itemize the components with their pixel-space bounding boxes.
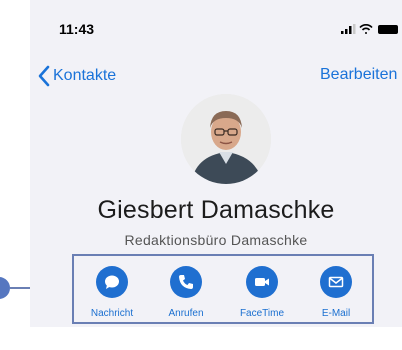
contact-company: Redaktionsbüro Damaschke [124, 232, 308, 248]
status-icons [341, 23, 398, 34]
content-area [30, 327, 402, 350]
mail-icon [320, 266, 352, 298]
video-icon [246, 266, 278, 298]
contact-screen: 11:43 Kontakte Bearbeiten Giesbert Damas… [30, 0, 402, 350]
chevron-left-icon [38, 65, 50, 87]
email-button[interactable]: E-Mail [298, 256, 374, 326]
wifi-icon [359, 23, 373, 34]
message-icon [96, 266, 128, 298]
call-label: Anrufen [168, 308, 204, 319]
back-label: Kontakte [53, 67, 117, 84]
message-button[interactable]: Nachricht [74, 256, 150, 326]
edit-button[interactable]: Bearbeiten [320, 66, 397, 84]
phone-icon [170, 266, 202, 298]
facetime-label: FaceTime [239, 308, 285, 319]
avatar-photo [181, 94, 271, 184]
status-time: 11:43 [59, 21, 95, 37]
battery-icon [378, 25, 398, 34]
quick-actions: Nachricht Anrufen FaceTime E-Mail [72, 254, 374, 324]
back-button[interactable]: Kontakte [37, 64, 116, 88]
facetime-button[interactable]: FaceTime [224, 256, 300, 326]
callout-dot [0, 277, 10, 299]
contact-name: Giesbert Damaschke [97, 196, 335, 224]
call-button[interactable]: Anrufen [148, 256, 224, 326]
avatar [181, 94, 271, 184]
email-label: E-Mail [321, 308, 351, 319]
signal-icon [341, 24, 356, 34]
message-label: Nachricht [90, 308, 134, 319]
